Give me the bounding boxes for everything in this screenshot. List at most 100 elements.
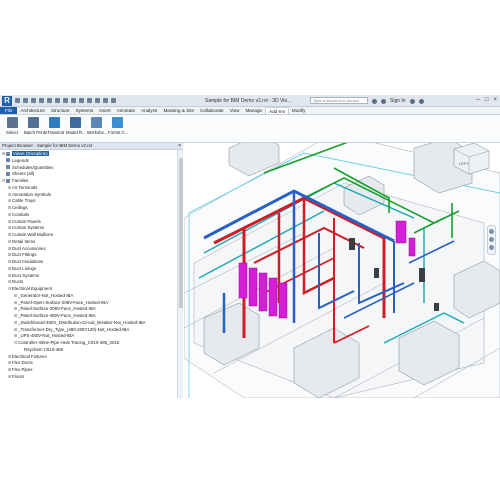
tab-systems[interactable]: Systems	[73, 107, 97, 114]
title-icons: Sign In	[372, 98, 424, 104]
tree-item[interactable]: ⊞Duct Fittings	[8, 252, 36, 258]
tab-manage[interactable]: Manage	[242, 107, 265, 114]
tree-item[interactable]: ⊞Duct Systems	[8, 273, 39, 279]
revit-logo-icon[interactable]: R	[2, 96, 12, 106]
tree-item[interactable]: ⊟ Families	[2, 178, 28, 184]
tree-item[interactable]: ⊞_UPS-480V-Not_Hosted-IBA	[14, 333, 74, 339]
tree-item[interactable]: Raychem C910-485	[20, 347, 63, 353]
search-input[interactable]: Type a keyword or phrase	[310, 97, 368, 104]
window-title: Sample for BIM Demo v2.rvt - 3D Vie...	[205, 98, 292, 104]
tree-item[interactable]: ⊞Floors	[8, 374, 24, 380]
tree-item-label: Electrical Fixtures	[12, 353, 47, 359]
tab-add-ins[interactable]: Add-Ins	[265, 107, 289, 114]
zoom-icon[interactable]	[489, 237, 494, 242]
tree-item-label: Duct Fittings	[12, 252, 37, 258]
tree-item[interactable]: ⊞Cable Trays	[8, 198, 35, 204]
tree-item[interactable]: ⊞Duct Insulations	[8, 259, 43, 265]
undo-icon[interactable]	[31, 98, 36, 103]
tree-item[interactable]: ⊞Curtain Panels	[8, 219, 41, 225]
tab-insert[interactable]: Insert	[96, 107, 114, 114]
close-icon[interactable]: ×	[178, 143, 181, 149]
tree-item-label: Ducts	[12, 279, 24, 285]
steering-wheel-icon[interactable]	[489, 229, 494, 234]
measure-icon[interactable]	[55, 98, 60, 103]
cursor-button[interactable]: Select	[3, 117, 21, 135]
tree-item[interactable]: ⊞Curtain Systems	[8, 225, 44, 231]
section-icon[interactable]	[87, 98, 92, 103]
tree-item[interactable]: Sheets (all)	[2, 171, 34, 177]
tree-item[interactable]: ⊞_Panel-Surface-208V-Face_Hosted-IBA	[14, 306, 96, 312]
tab-modify[interactable]: Modify	[289, 107, 309, 114]
maximize-icon[interactable]: □	[485, 97, 489, 103]
tree-item[interactable]: ⊞Electrical Fixtures	[8, 354, 47, 360]
minimize-icon[interactable]: –	[477, 97, 480, 103]
save-icon[interactable]	[23, 98, 28, 103]
tree-item[interactable]: ⊞Conduits	[8, 212, 29, 218]
tree-item[interactable]: ⊞_Panel-Surface-480V-Face_Hosted-IBA	[14, 313, 96, 319]
etransmit-button[interactable]: eTransmit	[45, 117, 64, 135]
project-browser-scrollbar[interactable]	[177, 150, 183, 398]
folder-icon	[6, 171, 10, 176]
3d-view-icon[interactable]	[79, 98, 84, 103]
tree-item[interactable]: ⊞Air Terminals	[8, 185, 37, 191]
align-dimension-icon[interactable]	[63, 98, 68, 103]
tab-view[interactable]: View	[227, 107, 243, 114]
ribbon-button-label: Model R...	[66, 130, 86, 135]
print-icon[interactable]	[47, 98, 52, 103]
close-hidden-icon[interactable]	[103, 98, 108, 103]
tree-item[interactable]: ⊞Detail Items	[8, 239, 35, 245]
tree-item[interactable]: ⊞_Switchboard-480V_Distribution-Circuit_…	[14, 320, 146, 326]
search-icon[interactable]	[372, 98, 377, 104]
text-icon[interactable]	[71, 98, 76, 103]
tree-item[interactable]: ⊞Duct Accessories	[8, 246, 46, 252]
etransmit-icon	[48, 117, 60, 128]
3d-view-viewport[interactable]: LEFT	[184, 143, 500, 398]
tree-item-label: Air Terminals	[12, 184, 38, 190]
folder-icon	[6, 165, 10, 169]
tree-item[interactable]: ⊞Annotation Symbols	[8, 192, 51, 198]
tab-architecture[interactable]: Architecture	[17, 107, 48, 114]
tree-item[interactable]: ⊞Ducts	[8, 279, 23, 285]
model-review-button[interactable]: Model R...	[66, 117, 86, 135]
tab-massing-site[interactable]: Massing & Site	[160, 107, 197, 114]
tree-item[interactable]: ⊞_Generator-Not_Hosted-IBA	[14, 293, 73, 299]
formit-button[interactable]: FormIt C...	[108, 117, 128, 135]
tree-item[interactable]: Schedules/Quantities	[2, 165, 54, 171]
help-icon[interactable]	[418, 98, 424, 104]
tree-item[interactable]: ⊟Controller-Inline-Pipe Heat Tracing_C91…	[14, 340, 119, 346]
navigation-bar[interactable]	[487, 225, 496, 255]
worksharing-button[interactable]: Workshe...	[87, 117, 107, 135]
tree-item[interactable]: ⊞Curtain Wall Mullions	[8, 232, 53, 238]
tree-item[interactable]: ⊞Flex Pipes	[8, 367, 33, 373]
thin-lines-icon[interactable]	[95, 98, 100, 103]
printer-button[interactable]: Batch Print	[24, 117, 45, 135]
redo-icon[interactable]	[39, 98, 44, 103]
tree-item[interactable]: ⊞Flex Ducts	[8, 360, 33, 366]
tab-file[interactable]: File	[0, 107, 18, 114]
tree-item-label: Duct Insulations	[12, 259, 44, 264]
tab-collaborate[interactable]: Collaborate	[197, 107, 227, 114]
tree-item-label: Curtain Wall Mullions	[12, 232, 54, 237]
worksharing-icon	[90, 117, 102, 128]
close-icon[interactable]: ×	[493, 97, 497, 103]
tree-item[interactable]: ⊞_Transformer-Dry_Type_(480-208Y120)-Not…	[14, 327, 129, 333]
cart-icon[interactable]	[409, 98, 415, 104]
tree-item[interactable]: ⊞_Panel-Open-Surface-208V-Face_Hosted-IB…	[14, 300, 108, 306]
scrollbar-thumb[interactable]	[179, 158, 183, 308]
tree-item[interactable]: ⊟Electrical Equipment	[8, 286, 52, 292]
pan-icon[interactable]	[489, 245, 494, 250]
user-icon[interactable]	[381, 98, 386, 104]
tree-item[interactable]: Legends	[2, 158, 29, 164]
tree-item[interactable]: ⊞ Views (Discipline)	[2, 151, 49, 157]
tree-item-label: Families	[12, 178, 29, 183]
tab-structure[interactable]: Structure	[48, 107, 73, 114]
switch-windows-icon[interactable]	[111, 98, 116, 103]
tree-item[interactable]: ⊞Ceilings	[8, 205, 28, 211]
tree-item[interactable]: ⊞Duct Linings	[8, 266, 36, 272]
sign-in-link[interactable]: Sign In	[390, 98, 406, 104]
cursor-icon	[6, 117, 18, 128]
tree-item-label: Views (Discipline)	[12, 151, 49, 156]
open-icon[interactable]	[15, 98, 20, 103]
tab-annotate[interactable]: Annotate	[114, 107, 138, 114]
tab-analyze[interactable]: Analyze	[138, 107, 160, 114]
